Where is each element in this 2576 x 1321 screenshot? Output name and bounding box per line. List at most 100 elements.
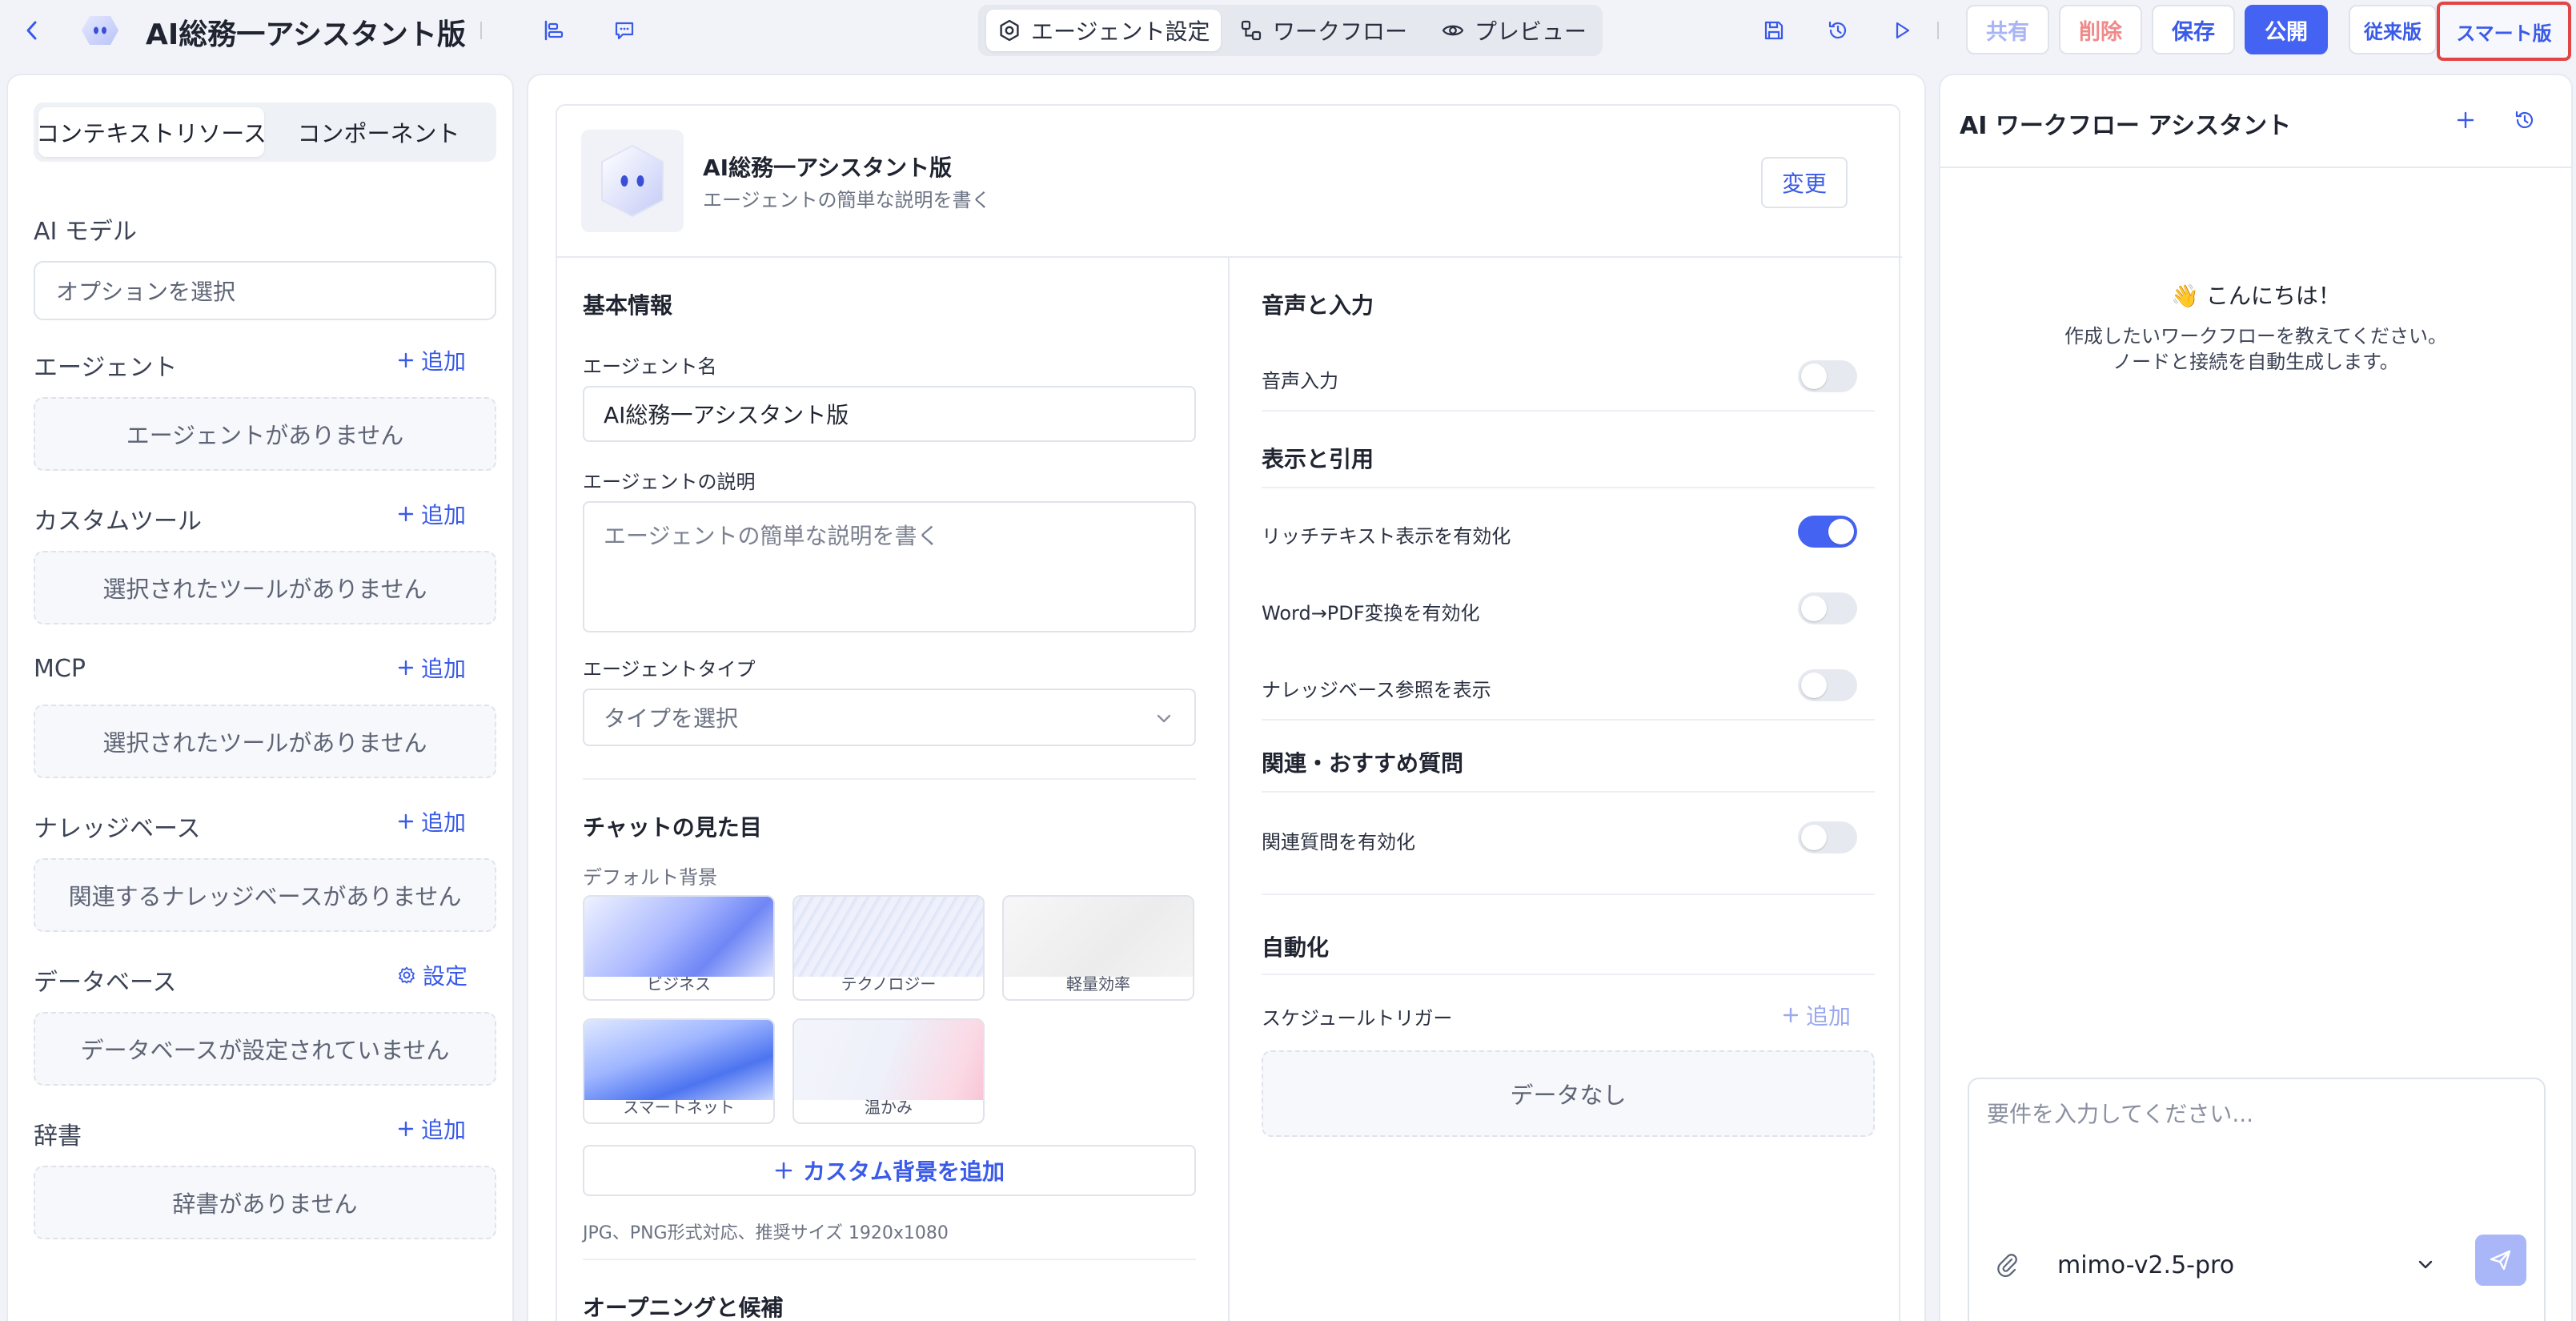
publish-button[interactable]: 公開 (2245, 5, 2328, 54)
schedule-trigger-empty: データなし (1262, 1050, 1875, 1137)
add-agent-button[interactable]: 追加 (397, 344, 466, 376)
background-option-technology[interactable]: テクノロジー (792, 895, 985, 1001)
kb-reference-label: ナレッジベース参照を表示 (1262, 679, 1491, 701)
gear-icon (1000, 19, 1019, 42)
add-dictionary-button[interactable]: 追加 (397, 1113, 466, 1145)
ai-model-label: AI モデル (34, 218, 137, 246)
legacy-version-button[interactable]: 従来版 (2349, 5, 2437, 54)
mcp-label: MCP (34, 655, 86, 683)
add-custom-background-button[interactable]: カスタム背景を追加 (583, 1145, 1196, 1196)
add-dictionary-label: 追加 (421, 1117, 467, 1143)
send-button[interactable] (2475, 1235, 2526, 1286)
center-panel: AI総務一アシスタント版 エージェントの簡単な説明を書く 変更 基本情報 エージ… (527, 74, 1926, 1321)
add-custom-background-label: カスタム背景を追加 (802, 1158, 1005, 1185)
database-settings-button[interactable]: 設定 (397, 959, 467, 991)
database-empty: データベースが設定されていません (34, 1012, 496, 1086)
chat-button[interactable] (608, 14, 640, 46)
chevron-down-icon (2418, 1260, 2433, 1269)
background-option-warm[interactable]: 温かみ (792, 1018, 985, 1124)
word-pdf-toggle[interactable] (1798, 592, 1857, 624)
agent-type-select[interactable]: タイプを選択 (583, 689, 1196, 746)
agent-description-label: エージェントの説明 (583, 471, 756, 493)
chevron-down-icon (1157, 714, 1171, 723)
paperclip-icon (1997, 1254, 2017, 1277)
plus-icon (775, 1162, 792, 1179)
dictionary-empty: 辞書がありません (34, 1166, 496, 1239)
smart-net-thumbnail (584, 1020, 773, 1100)
tab-preview-label: プレビュー (1475, 18, 1587, 45)
display-citation-title: 表示と引用 (1262, 446, 1374, 472)
tab-workflow[interactable]: ワークフロー (1228, 10, 1418, 51)
agent-description-textarea[interactable]: エージェントの簡単な説明を書く (583, 501, 1196, 632)
background-option-smart-net[interactable]: スマートネット (583, 1018, 775, 1124)
background-option-business[interactable]: ビジネス (583, 895, 775, 1001)
new-chat-button[interactable] (2450, 104, 2482, 136)
related-questions-toggle[interactable] (1798, 821, 1857, 853)
add-agent-label: 追加 (421, 348, 467, 375)
custom-tools-empty: 選択されたツールがありません (34, 551, 496, 624)
agent-avatar[interactable] (581, 130, 684, 232)
play-icon (1896, 22, 1910, 39)
add-knowledge-base-button[interactable]: 追加 (397, 805, 466, 837)
voice-divider (1262, 410, 1875, 412)
history-icon (2515, 110, 2534, 129)
add-custom-tool-label: 追加 (421, 502, 467, 528)
history-button[interactable] (1822, 14, 1854, 46)
back-button[interactable] (18, 16, 46, 45)
agent-settings-card: AI総務一アシスタント版 エージェントの簡単な説明を書く 変更 基本情報 エージ… (556, 104, 1902, 1321)
robot-avatar-icon (601, 144, 664, 218)
knowledge-base-empty: 関連するナレッジベースがありません (34, 858, 496, 932)
left-panel: コンテキストリソース コンポーネント AI モデル オプションを選択 エージェン… (6, 74, 514, 1321)
save-button[interactable]: 保存 (2152, 5, 2235, 54)
plus-icon (1783, 1007, 1799, 1023)
model-selector[interactable]: mimo-v2.5-pro (2057, 1243, 2442, 1287)
plus-icon (398, 813, 414, 829)
voice-input-toggle[interactable] (1798, 360, 1857, 392)
chat-history-button[interactable] (2509, 104, 2541, 136)
smart-version-button[interactable]: スマート版 (2437, 2, 2571, 61)
plus-icon (2457, 111, 2474, 129)
tab-agent-settings[interactable]: エージェント設定 (986, 10, 1222, 51)
message-icon (615, 22, 634, 40)
kb-reference-toggle[interactable] (1798, 669, 1857, 701)
chat-input[interactable]: 要件を入力してください... (1987, 1097, 2528, 1209)
delete-button[interactable]: 削除 (2059, 5, 2142, 54)
attach-button[interactable] (1988, 1244, 2025, 1284)
database-label: データベース (34, 969, 177, 997)
agent-type-placeholder: タイプを選択 (604, 705, 739, 732)
word-pdf-label: Word→PDF変換を有効化 (1262, 602, 1480, 624)
change-avatar-button[interactable]: 変更 (1761, 157, 1848, 208)
run-button[interactable] (1886, 14, 1918, 46)
rich-text-toggle[interactable] (1798, 516, 1857, 548)
app-logo (78, 11, 122, 50)
eye-icon (1442, 25, 1464, 36)
lightweight-thumbnail (1004, 897, 1193, 977)
tab-preview[interactable]: プレビュー (1430, 10, 1598, 51)
add-custom-tool-button[interactable]: 追加 (397, 498, 466, 530)
save-draft-button[interactable] (1758, 14, 1790, 46)
tab-components[interactable]: コンポーネント (266, 107, 492, 157)
default-background-label: デフォルト背景 (583, 866, 717, 889)
assistant-title: AI ワークフロー アシスタント (1960, 112, 2292, 140)
background-option-label: テクノロジー (841, 974, 937, 994)
view-tabs: エージェント設定 ワークフロー プレビュー (978, 5, 1603, 56)
schedule-trigger-label: スケジュールトリガー (1262, 1007, 1453, 1030)
opening-section-title: オープニングと候補 (583, 1295, 784, 1321)
chat-input-box: 要件を入力してください... mimo-v2.5-pro (1968, 1078, 2546, 1321)
history-icon (1828, 21, 1847, 39)
related-questions-label: 関連質問を有効化 (1262, 831, 1415, 853)
add-mcp-button[interactable]: 追加 (397, 652, 466, 684)
layout-button[interactable] (538, 14, 570, 46)
assistant-intro-line1: 作成したいワークフローを教えてください。 (2064, 325, 2448, 347)
plus-icon (398, 660, 414, 676)
background-option-lightweight[interactable]: 軽量効率 (1002, 895, 1194, 1001)
share-button[interactable]: 共有 (1966, 5, 2049, 54)
ai-model-select[interactable]: オプションを選択 (34, 261, 496, 320)
add-schedule-trigger-button[interactable]: 追加 (1782, 999, 1851, 1031)
assistant-panel: AI ワークフロー アシスタント 👋 こんにちは！ 作成したいワークフローを教え… (1939, 74, 2573, 1321)
warm-thumbnail (794, 1020, 983, 1100)
tab-context-resources[interactable]: コンテキストリソース (36, 107, 267, 157)
app-title: AI総務一アシスタント版 (146, 18, 466, 51)
agent-name-input[interactable]: AI総務一アシスタント版 (583, 386, 1196, 442)
floppy-icon (1764, 21, 1784, 40)
